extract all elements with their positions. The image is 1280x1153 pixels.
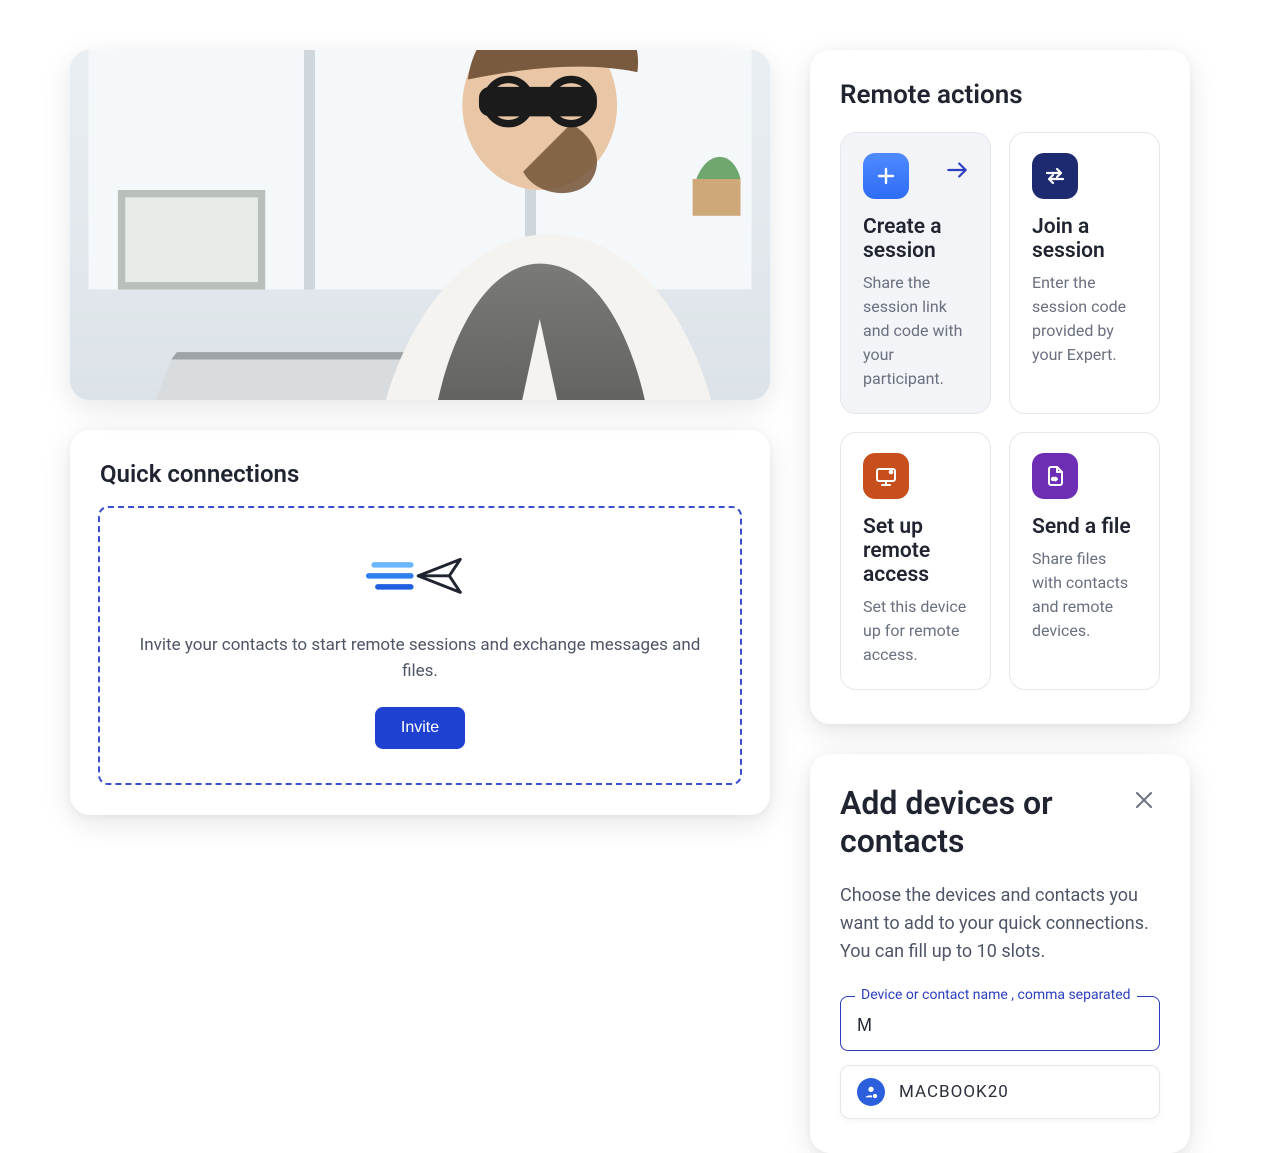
tile-title: Send a file bbox=[1032, 515, 1137, 539]
tile-desc: Share files with contacts and remote dev… bbox=[1032, 547, 1137, 643]
invite-button[interactable]: Invite bbox=[375, 707, 465, 749]
device-name-input[interactable] bbox=[857, 1015, 1143, 1036]
tile-join-session[interactable]: Join a session Enter the session code pr… bbox=[1009, 132, 1160, 414]
quick-connections-dropzone: Invite your contacts to start remote ses… bbox=[98, 506, 742, 785]
tile-desc: Set this device up for remote access. bbox=[863, 595, 968, 667]
tile-title: Join a session bbox=[1032, 215, 1137, 263]
quick-connections-panel: Quick connections Invite your contacts t… bbox=[70, 430, 770, 815]
add-devices-title: Add devices or contacts bbox=[840, 784, 1128, 860]
plus-icon bbox=[863, 153, 909, 199]
device-name-field[interactable]: Device or contact name , comma separated bbox=[840, 996, 1160, 1051]
tile-desc: Share the session link and code with you… bbox=[863, 271, 968, 391]
hero-photo bbox=[70, 50, 770, 400]
tile-send-file[interactable]: Send a file Share files with contacts an… bbox=[1009, 432, 1160, 690]
tile-desc: Enter the session code provided by your … bbox=[1032, 271, 1137, 367]
suggestion-text: MACBOOK20 bbox=[899, 1082, 1009, 1102]
tile-create-session[interactable]: Create a session Share the session link … bbox=[840, 132, 991, 414]
remote-actions-panel: Remote actions Create a session Share th… bbox=[810, 50, 1190, 724]
add-devices-description: Choose the devices and contacts you want… bbox=[840, 882, 1160, 966]
quick-connections-title: Quick connections bbox=[70, 430, 770, 506]
swap-arrows-icon bbox=[1032, 153, 1078, 199]
quick-connections-text: Invite your contacts to start remote ses… bbox=[124, 632, 716, 685]
tile-title: Set up remote access bbox=[863, 515, 968, 587]
add-devices-panel: Add devices or contacts Choose the devic… bbox=[810, 754, 1190, 1153]
close-icon[interactable] bbox=[1128, 784, 1160, 820]
remote-actions-title: Remote actions bbox=[840, 80, 1160, 110]
monitor-share-icon bbox=[863, 453, 909, 499]
suggestion-item[interactable]: MACBOOK20 bbox=[840, 1065, 1160, 1119]
device-name-label: Device or contact name , comma separated bbox=[855, 987, 1137, 1003]
file-send-icon bbox=[1032, 453, 1078, 499]
contact-device-icon bbox=[857, 1078, 885, 1106]
tile-title: Create a session bbox=[863, 215, 968, 263]
arrow-right-icon bbox=[944, 157, 970, 187]
send-fast-icon bbox=[365, 552, 475, 602]
tile-setup-remote-access[interactable]: Set up remote access Set this device up … bbox=[840, 432, 991, 690]
